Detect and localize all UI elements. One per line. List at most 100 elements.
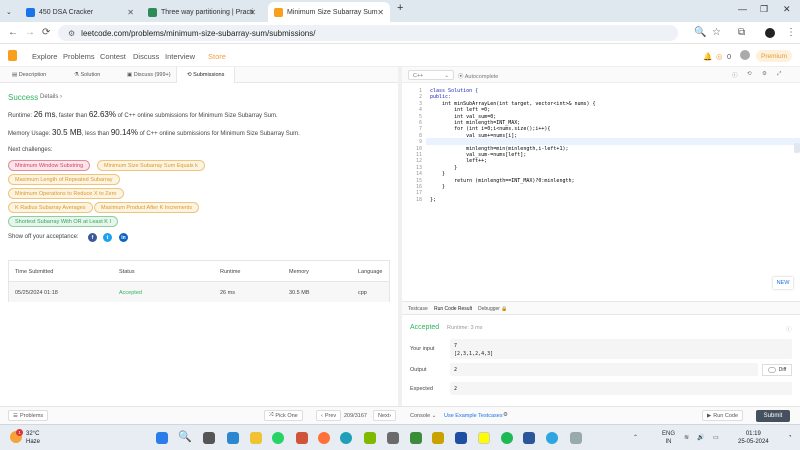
profile-avatar[interactable] (765, 28, 775, 38)
search-icon[interactable]: 🔍 (178, 430, 192, 443)
vscode-icon[interactable] (227, 432, 239, 444)
code-line[interactable]: left++; (430, 158, 487, 164)
word-icon[interactable] (523, 432, 535, 444)
close-icon[interactable]: ✕ (249, 8, 256, 17)
table-row[interactable]: 05/25/2024 01:18 Accepted 26 ms 30.5 MB … (9, 282, 389, 302)
new-tab-button[interactable]: + (397, 2, 403, 14)
code-line[interactable]: return (minlength==INT_MAX)?0:minlength; (430, 178, 574, 184)
telegram-icon[interactable] (546, 432, 558, 444)
app-icon[interactable] (364, 432, 376, 444)
code-line[interactable]: public: (430, 94, 451, 100)
maximize-icon[interactable]: ❐ (760, 4, 768, 15)
browser-tab-3[interactable]: Minimum Size Subarray Sum - ✕ (268, 2, 390, 22)
language-select[interactable]: C++ ⌄ (408, 70, 454, 80)
bell-icon[interactable]: 🔔 (703, 52, 712, 61)
fullscreen-icon[interactable]: ⤢ (777, 71, 781, 78)
volume-icon[interactable]: 🔊 (697, 434, 704, 441)
pick-one-button[interactable]: ⤮ Pick One (264, 410, 303, 421)
tab-run-code-result[interactable]: Run Code Result (434, 306, 472, 312)
tab-description[interactable]: ▤ Description (12, 72, 46, 78)
challenge-chip[interactable]: Maximum Product After K Increments (94, 202, 200, 213)
code-line[interactable]: }; (430, 197, 436, 203)
new-feature-badge[interactable]: NEW (773, 277, 793, 289)
minimize-icon[interactable]: — (738, 4, 747, 14)
url-field[interactable]: ⚙ leetcode.com/problems/minimum-size-sub… (58, 25, 678, 41)
tab-discuss[interactable]: ▣ Discuss (999+) (127, 72, 171, 78)
cell-status[interactable]: Accepted (119, 290, 142, 296)
premium-button[interactable]: Premium (756, 50, 792, 62)
challenge-chip[interactable]: Minimum Window Substring (8, 160, 91, 171)
code-line[interactable]: int minlength=INT_MAX; (430, 120, 520, 126)
nav-explore[interactable]: Explore (32, 52, 57, 61)
app-icon[interactable] (432, 432, 444, 444)
code-line[interactable]: int minSubArrayLen(int target, vector<in… (430, 101, 596, 107)
site-info-icon[interactable]: ⚙ (68, 29, 75, 38)
wifi-icon[interactable]: ≋ (684, 434, 689, 441)
firefox-icon[interactable] (318, 432, 330, 444)
weather-widget[interactable]: 32°C Haze (26, 430, 40, 446)
extensions-icon[interactable]: ⧉ (738, 27, 745, 38)
reset-icon[interactable]: ⟲ (747, 71, 752, 77)
window-close-icon[interactable]: ✕ (783, 4, 791, 15)
code-line[interactable]: } (430, 184, 445, 190)
nav-interview[interactable]: Interview (165, 52, 195, 61)
bookmark-star-icon[interactable]: ☆ (712, 27, 721, 38)
challenge-chip[interactable]: Minimum Operations to Reduce X to Zero (8, 188, 124, 199)
task-view-icon[interactable] (203, 432, 215, 444)
close-icon[interactable]: ✕ (377, 8, 384, 17)
app-icon[interactable] (387, 432, 399, 444)
challenge-chip[interactable]: Shortest Subarray With OR at Least K I (8, 216, 118, 227)
code-editor[interactable]: 1 2 3 4 5 6 7 8 9 10 11 12 13 14 15 16 17 18 class Soluti… (402, 83, 800, 301)
code-line[interactable]: for (int i=0;i<nums.size();i++){ (430, 126, 550, 132)
nav-contest[interactable]: Contest (100, 52, 126, 61)
app-icon[interactable] (455, 432, 467, 444)
settings-icon[interactable] (570, 432, 582, 444)
code-line[interactable]: } (430, 165, 457, 171)
challenge-chip[interactable]: Maximum Length of Repeated Subarray (8, 174, 120, 185)
app-icon[interactable] (410, 432, 422, 444)
code-line[interactable]: } (430, 171, 445, 177)
twitter-icon[interactable]: t (103, 233, 112, 242)
tab-solution[interactable]: ⚗ Solution (74, 72, 100, 78)
diff-toggle[interactable]: Diff (762, 364, 792, 376)
notifications-icon[interactable]: ◔ (788, 434, 792, 440)
back-icon[interactable]: ← (8, 27, 18, 38)
tab-testcase[interactable]: Testcase (408, 306, 428, 312)
start-icon[interactable] (156, 432, 168, 444)
tab-submissions[interactable]: ⟲ Submissions (176, 67, 236, 83)
browser-tab-2[interactable]: Three way partitioning | Practi ✕ (142, 2, 262, 22)
whatsapp-icon[interactable] (272, 432, 284, 444)
code-line[interactable]: int val_sum=0; (430, 114, 496, 120)
console-toggle[interactable]: Console ⌄ (410, 413, 436, 419)
run-code-button[interactable]: ▶ Run Code (702, 410, 744, 421)
user-avatar[interactable] (740, 50, 750, 60)
browser-tab-1[interactable]: 450 DSA Cracker ✕ (20, 2, 140, 22)
info-icon[interactable]: ⓘ (732, 71, 738, 79)
problems-button[interactable]: ☰ Problems (8, 410, 49, 421)
code-line[interactable]: val_sum-=nums[left]; (430, 152, 526, 158)
tab-search-icon[interactable]: ⌄ (6, 2, 16, 22)
close-icon[interactable]: ✕ (127, 8, 134, 17)
details-link[interactable]: Details › (40, 94, 62, 100)
code-line[interactable]: minlength=min(minlength,i-left+1); (430, 146, 568, 152)
help-icon[interactable]: ⓘ (786, 325, 792, 333)
linkedin-icon[interactable]: in (119, 233, 128, 242)
autocomplete-toggle[interactable]: ⦿ Autocomplete (458, 72, 498, 80)
nav-problems[interactable]: Problems (63, 52, 95, 61)
tab-debugger[interactable]: Debugger 🔒 (478, 306, 508, 312)
next-button[interactable]: Next › (373, 410, 397, 421)
facebook-icon[interactable]: f (88, 233, 97, 242)
code-line[interactable]: class Solution { (430, 88, 478, 94)
tray-chevron-icon[interactable]: ⌃ (633, 434, 638, 441)
settings-icon[interactable]: ⚙ (762, 71, 767, 77)
reload-icon[interactable]: ⟳ (42, 27, 50, 38)
clock[interactable]: 01:19 25-05-2024 (738, 430, 769, 446)
edge-icon[interactable] (340, 432, 352, 444)
snapchat-icon[interactable] (478, 432, 490, 444)
submit-button[interactable]: Submit (756, 410, 790, 422)
zoom-icon[interactable]: 🔍 (694, 27, 706, 38)
challenge-chip[interactable]: K Radius Subarray Averages (8, 202, 93, 213)
help-circle-icon[interactable]: ⚙ (503, 412, 508, 418)
nav-discuss[interactable]: Discuss (133, 52, 159, 61)
spotify-icon[interactable] (501, 432, 513, 444)
